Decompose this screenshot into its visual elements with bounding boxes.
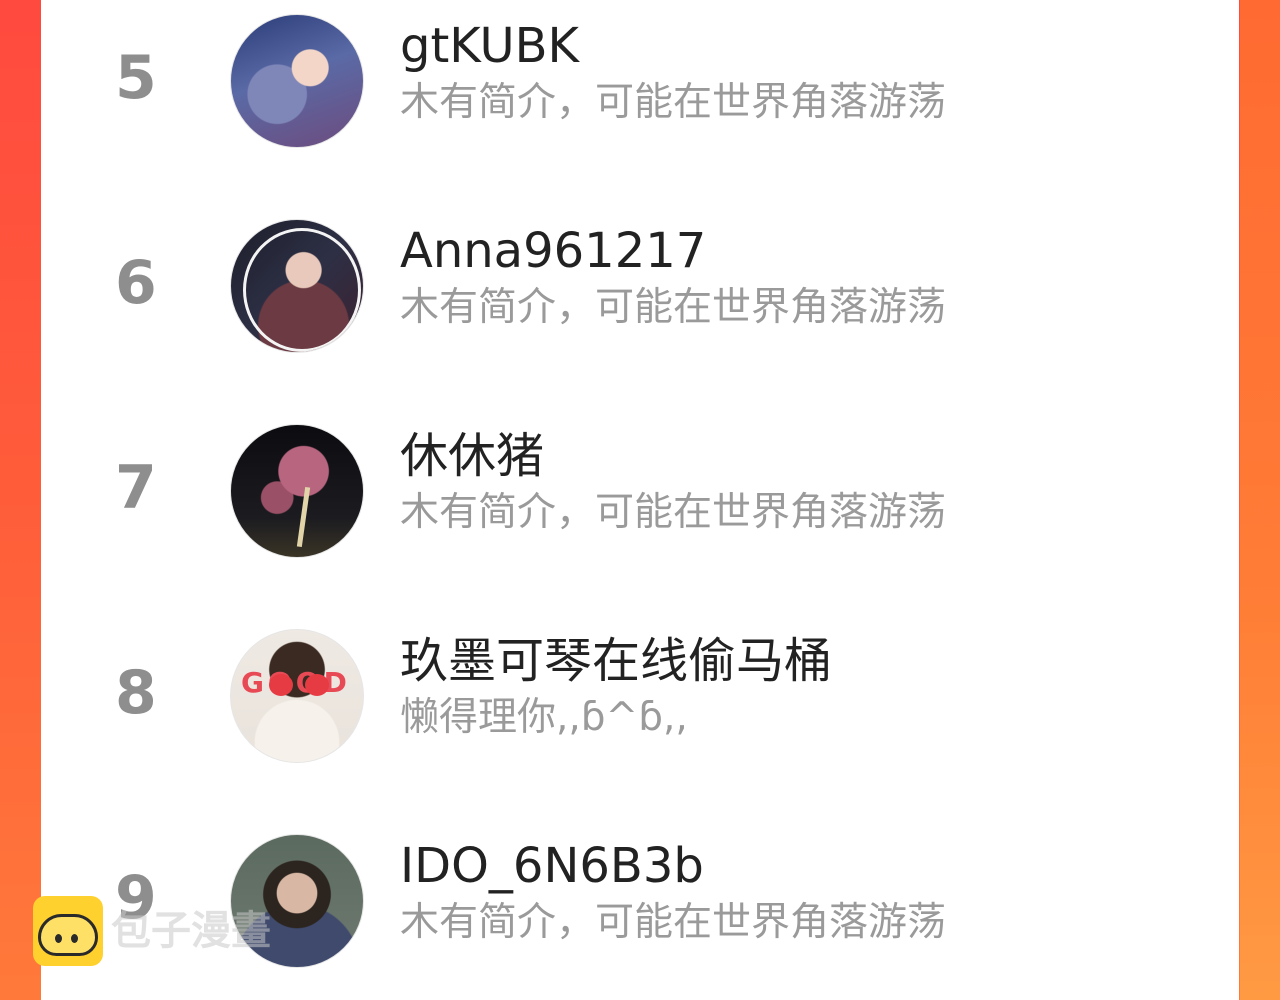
user-bio: 木有简介，可能在世界角落游荡: [400, 285, 947, 330]
rank-number: 7: [115, 453, 157, 523]
list-item[interactable]: 7 休休猪 木有简介，可能在世界角落游荡: [41, 410, 1239, 590]
avatar[interactable]: [230, 424, 364, 558]
background-edge-right: [1240, 0, 1280, 1000]
user-name[interactable]: IDO_6N6B3b: [400, 838, 704, 894]
watermark-text: 包子漫畫: [111, 908, 271, 954]
list-item[interactable]: 8 GOOD 玖墨可琴在线偷马桶 懒得理你,,ɓ^ɓ,,: [41, 615, 1239, 795]
avatar[interactable]: GOOD: [230, 629, 364, 763]
rank-number: 5: [115, 43, 157, 113]
list-item[interactable]: 6 Anna961217 木有简介，可能在世界角落游荡: [41, 205, 1239, 385]
list-item[interactable]: 5 gtKUBK 木有简介，可能在世界角落游荡: [41, 0, 1239, 180]
user-name[interactable]: 休休猪: [400, 428, 544, 484]
user-bio: 木有简介，可能在世界角落游荡: [400, 900, 947, 945]
avatar[interactable]: [230, 219, 364, 353]
rank-number: 8: [115, 658, 157, 728]
ranking-list: 5 gtKUBK 木有简介，可能在世界角落游荡 6 Anna961217 木有简…: [41, 0, 1239, 1000]
user-name[interactable]: Anna961217: [400, 223, 706, 279]
user-bio: 木有简介，可能在世界角落游荡: [400, 80, 947, 125]
avatar[interactable]: [230, 14, 364, 148]
user-bio: 木有简介，可能在世界角落游荡: [400, 490, 947, 535]
bun-logo-icon: [33, 896, 103, 966]
user-name[interactable]: 玖墨可琴在线偷马桶: [400, 633, 832, 689]
rank-number: 6: [115, 248, 157, 318]
user-bio: 懒得理你,,ɓ^ɓ,,: [400, 695, 688, 740]
user-name[interactable]: gtKUBK: [400, 18, 579, 74]
